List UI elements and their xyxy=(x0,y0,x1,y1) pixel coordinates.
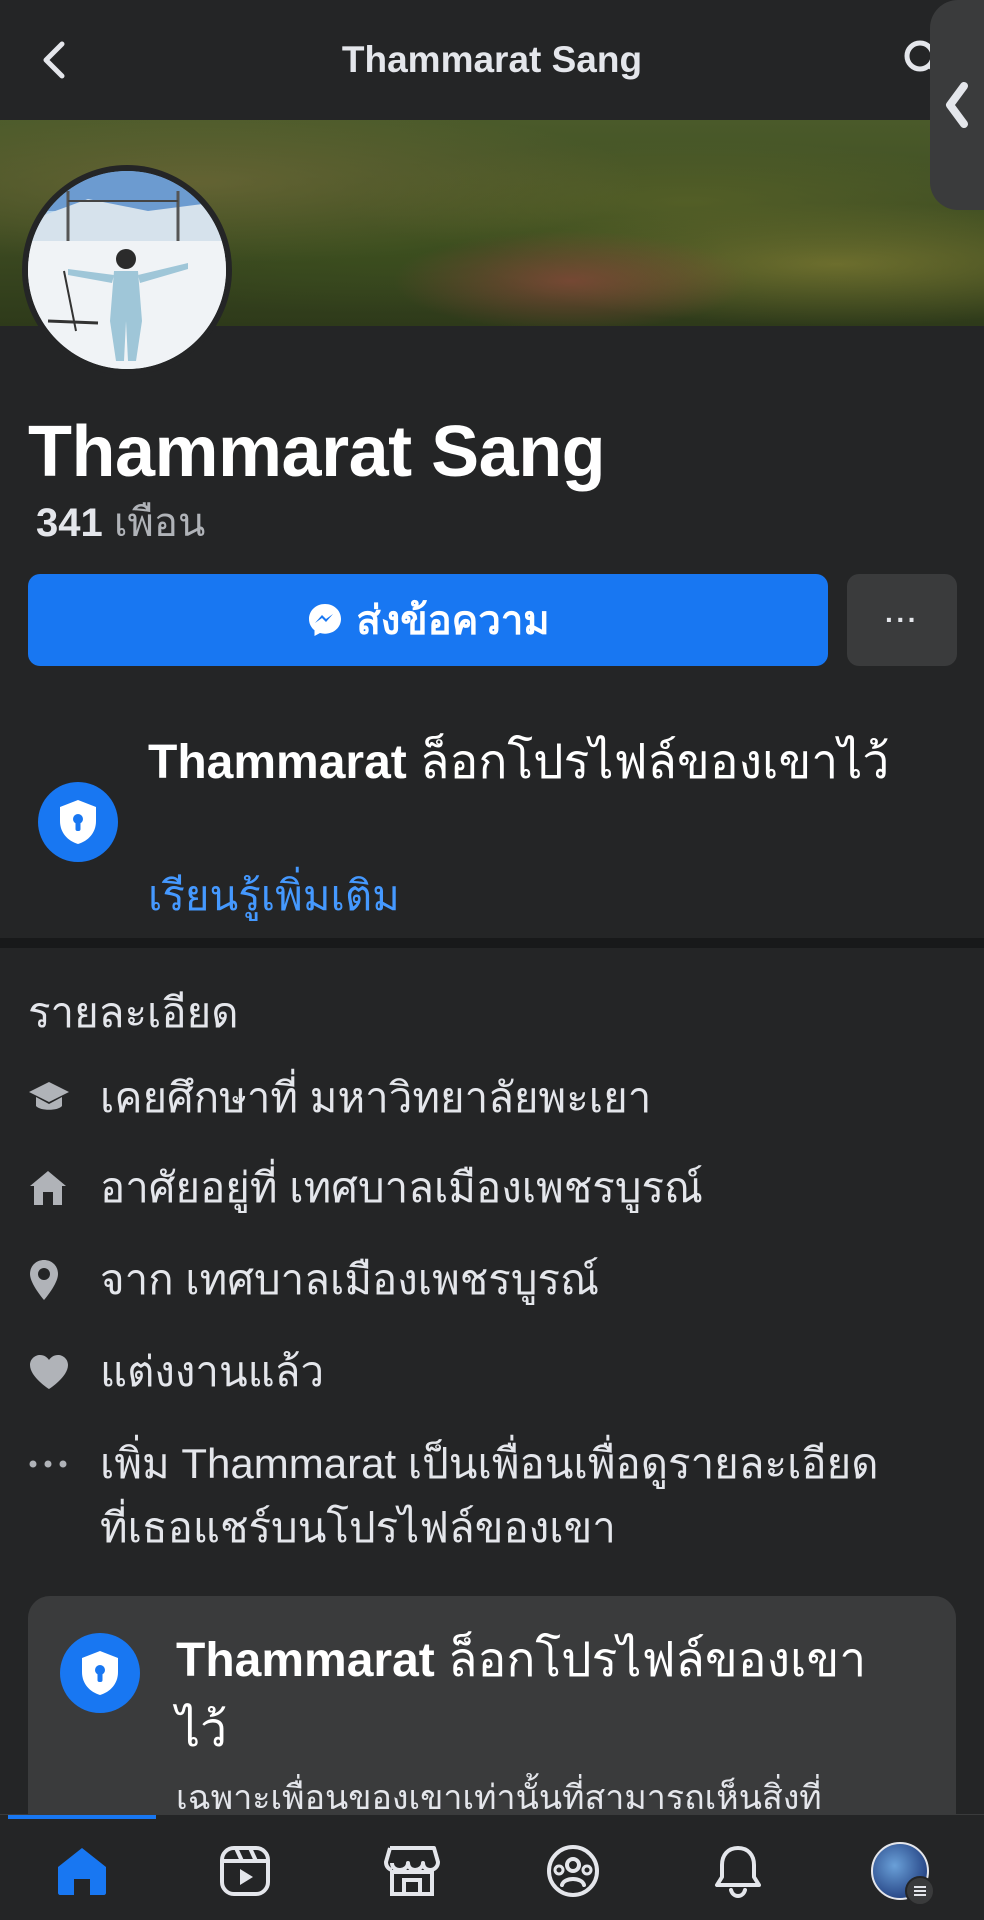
detail-current-city: อาศัยอยู่ที่ เทศบาลเมืองเพชรบูรณ์ xyxy=(28,1156,958,1220)
heart-icon xyxy=(28,1340,76,1404)
section-divider xyxy=(0,938,984,948)
page-title: Thammarat Sang xyxy=(341,39,643,80)
notifications-icon xyxy=(715,1846,761,1899)
video-icon xyxy=(220,1846,270,1896)
profile-name: Thammarat Sang xyxy=(28,412,606,492)
tab-profile-menu[interactable] xyxy=(870,1841,935,1906)
avatar xyxy=(28,171,226,369)
bottom-tab-bar xyxy=(0,1814,984,1920)
detail-education: เคยศึกษาที่ มหาวิทยาลัยพะเยา xyxy=(28,1066,958,1130)
tab-video[interactable] xyxy=(215,1841,275,1901)
tab-home[interactable] xyxy=(52,1841,112,1901)
details-heading: รายละเอียด xyxy=(28,989,239,1036)
detail-hometown: จาก เทศบาลเมืองเพชรบูรณ์ xyxy=(28,1248,958,1312)
tab-marketplace[interactable] xyxy=(382,1841,442,1901)
more-options-button[interactable]: ··· xyxy=(847,574,957,666)
more-dots-icon xyxy=(28,1432,76,1496)
detail-relationship: แต่งงานแล้ว xyxy=(28,1340,958,1404)
lock-notice-name: Thammarat xyxy=(148,736,407,789)
more-dots-icon: ··· xyxy=(885,604,919,635)
location-pin-icon xyxy=(28,1248,76,1312)
friends-label: เพือน xyxy=(113,501,206,545)
friends-count[interactable]: 341 เพือน xyxy=(36,497,205,549)
shield-lock-icon xyxy=(60,1633,140,1713)
lock-card-title: Thammarat ล็อกโปรไฟล์ของเขาไว้ xyxy=(176,1626,916,1766)
tab-groups[interactable] xyxy=(543,1841,603,1901)
active-tab-indicator xyxy=(8,1815,156,1819)
lock-card-name: Thammarat xyxy=(176,1634,435,1687)
detail-education-text: เคยศึกษาที่ มหาวิทยาลัยพะเยา xyxy=(100,1074,652,1121)
tab-notifications[interactable] xyxy=(708,1841,768,1901)
send-message-label: ส่งข้อความ xyxy=(356,599,550,643)
chevron-left-icon xyxy=(946,82,968,128)
detail-current-city-text: อาศัยอยู่ที่ เทศบาลเมืองเพชรบูรณ์ xyxy=(100,1164,704,1211)
messenger-icon xyxy=(309,604,342,636)
detail-relationship-text: แต่งงานแล้ว xyxy=(100,1348,325,1395)
profile-menu-avatar xyxy=(871,1842,935,1906)
side-panel-handle[interactable] xyxy=(930,0,984,210)
learn-more-link[interactable]: เรียนรู้เพิ่มเติม xyxy=(148,868,400,924)
profile-picture[interactable] xyxy=(22,165,232,375)
profile-locked-banner: Thammarat ล็อกโปรไฟล์ของเขาไว้ เรียนรู้เ… xyxy=(0,720,984,940)
shield-lock-icon xyxy=(38,782,118,862)
detail-hometown-text: จาก เทศบาลเมืองเพชรบูรณ์ xyxy=(100,1256,600,1303)
marketplace-icon xyxy=(384,1846,440,1896)
detail-add-friend-text: เพิ่ม Thammarat เป็นเพื่อนเพื่อดูรายละเอ… xyxy=(100,1440,879,1551)
home-icon xyxy=(28,1156,76,1220)
groups-icon xyxy=(547,1845,599,1897)
send-message-button[interactable]: ส่งข้อความ xyxy=(28,574,828,666)
detail-add-friend-info: เพิ่ม Thammarat เป็นเพื่อนเพื่อดูรายละเอ… xyxy=(28,1432,888,1560)
education-cap-icon xyxy=(28,1066,76,1130)
menu-lines-icon xyxy=(905,1876,935,1906)
home-icon xyxy=(58,1848,106,1895)
top-bar: Thammarat Sang xyxy=(0,0,984,120)
lock-notice-text: ล็อกโปรไฟล์ของเขาไว้ xyxy=(420,736,890,789)
friends-count-value: 341 xyxy=(36,501,103,545)
lock-notice-title: Thammarat ล็อกโปรไฟล์ของเขาไว้ xyxy=(148,728,908,798)
